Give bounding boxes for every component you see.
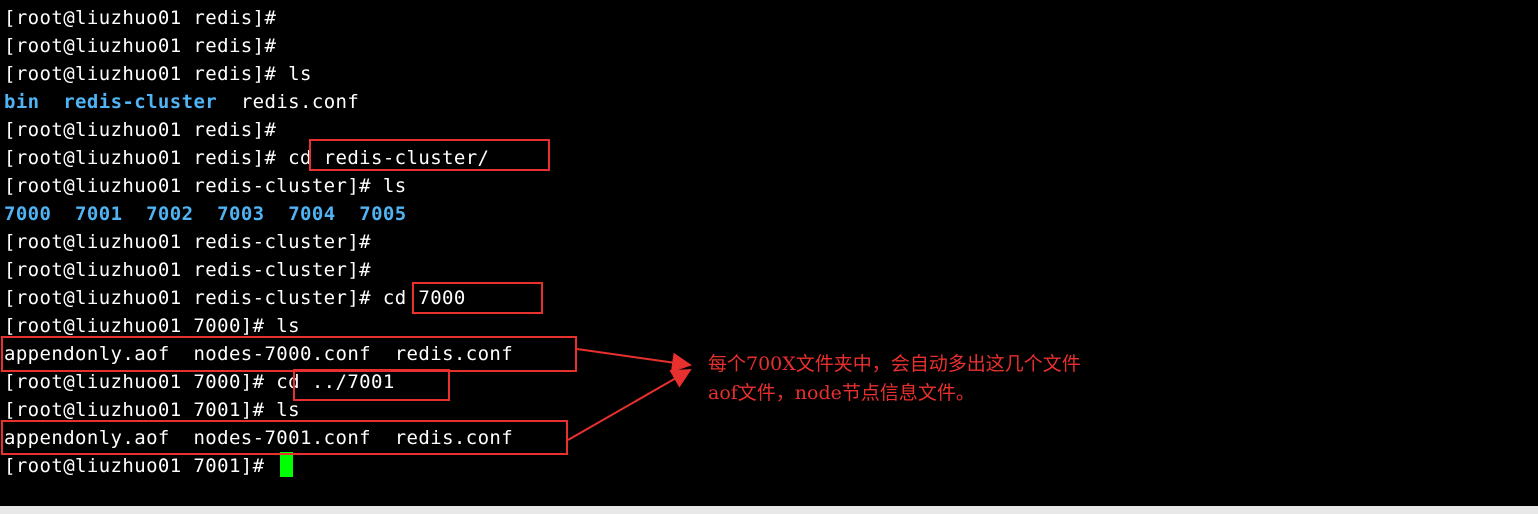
annotation-arrows <box>567 348 692 441</box>
annotation-note: 每个700X文件夹中，会自动多出这几个文件 aof文件，node节点信息文件。 <box>708 350 1081 408</box>
terminal-window[interactable]: [root@liuzhuo01 redis]# [root@liuzhuo01 … <box>0 0 1538 506</box>
annotation-line-1: 每个700X文件夹中，会自动多出这几个文件 <box>708 353 1081 375</box>
bottom-scroll-strip <box>0 506 1538 514</box>
arrow-from-7000-files <box>576 348 692 373</box>
arrow-from-7001-files <box>567 369 692 441</box>
annotation-line-2: aof文件，node节点信息文件。 <box>708 382 975 404</box>
